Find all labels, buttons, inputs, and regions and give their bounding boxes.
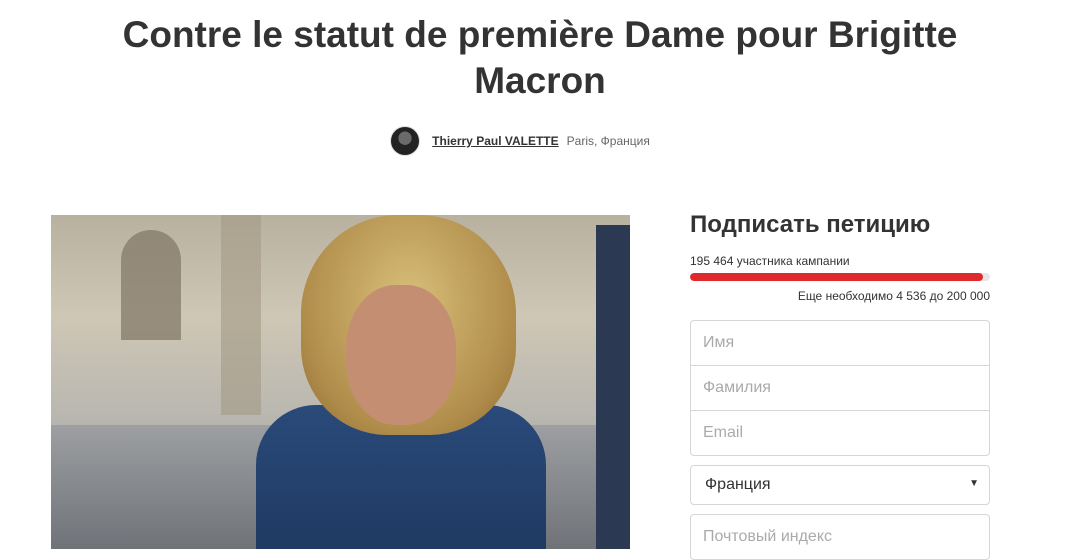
photo-background-arch — [121, 230, 181, 340]
page-title: Contre le statut de première Dame pour B… — [122, 14, 958, 101]
author-line: Thierry Paul VALETTE Paris, Франция — [0, 126, 1040, 156]
petition-photo — [51, 215, 630, 549]
avatar[interactable] — [390, 126, 421, 156]
chevron-down-icon: ▼ — [969, 478, 979, 489]
photo-guard — [596, 225, 630, 549]
photo-face — [346, 285, 456, 425]
sign-heading: Подписать петицию — [690, 211, 931, 238]
remaining-count: Еще необходимо 4 536 до 200 000 — [797, 289, 990, 303]
sign-panel: Подписать петицию 195 464 участника камп… — [690, 210, 990, 560]
sign-form: Франция ▼ — [690, 320, 990, 560]
supporter-count: 195 464 участника кампании — [690, 254, 850, 268]
country-select[interactable]: Франция ▼ — [690, 465, 990, 505]
country-value: Франция — [705, 476, 771, 493]
first-name-field[interactable] — [690, 320, 990, 366]
author-location: Paris, Франция — [566, 134, 650, 148]
photo-background-column — [221, 215, 261, 415]
progress-fill — [690, 273, 984, 281]
email-field[interactable] — [690, 410, 990, 456]
author-link[interactable]: Thierry Paul VALETTE — [432, 134, 558, 148]
postal-code-field[interactable] — [690, 514, 990, 560]
progress-bar — [690, 273, 990, 281]
last-name-field[interactable] — [690, 365, 990, 411]
